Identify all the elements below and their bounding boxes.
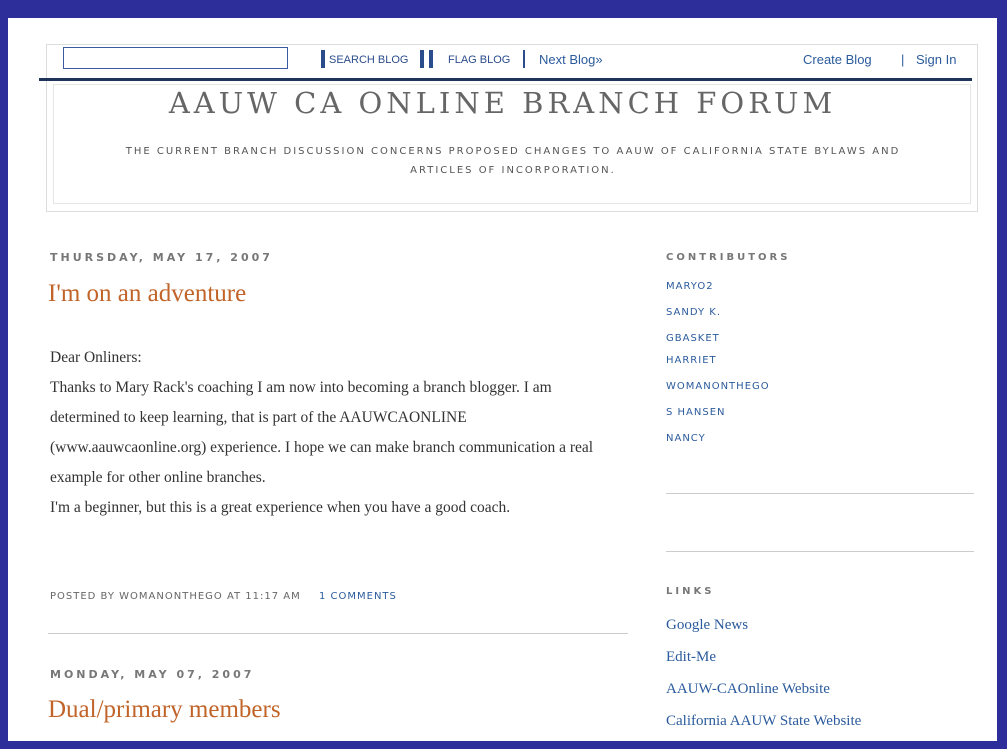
blog-description: THE CURRENT BRANCH DISCUSSION CONCERNS P… (125, 146, 901, 176)
post-comments-link[interactable]: 1 COMMENTS (319, 591, 397, 602)
sidebar-link[interactable]: California AAUW State Website (666, 713, 861, 729)
sign-in-link[interactable]: Sign In (916, 52, 956, 67)
post-paragraph: I'm a beginner, but this is a great expe… (50, 499, 511, 516)
post-paragraph: Dear Onliners: (50, 349, 142, 366)
page-frame: SEARCH BLOG FLAG BLOG Next Blog» Create … (8, 18, 997, 741)
contributors-heading: CONTRIBUTORS (666, 252, 791, 263)
nav-separator (321, 50, 325, 68)
post-footer: POSTED BY WOMANONTHEGO AT 11:17 AM 1 COM… (50, 591, 397, 602)
post-title-link[interactable]: I'm on an adventure (48, 280, 246, 308)
search-input[interactable] (63, 47, 288, 69)
blog-title[interactable]: AAUW CA ONLINE BRANCH FORUM (8, 86, 997, 120)
nav-separator (523, 50, 525, 68)
link-item: Edit-Me (666, 647, 861, 679)
contributor-item: S HANSEN (666, 406, 770, 432)
contributor-link[interactable]: NANCY (666, 433, 706, 444)
contributor-item: SANDY K. (666, 306, 770, 332)
navbar-rule (39, 78, 972, 81)
create-blog-link[interactable]: Create Blog (803, 52, 872, 67)
post-title-link[interactable]: Dual/primary members (48, 696, 281, 724)
nav-link-divider: | (901, 52, 905, 67)
links-heading: LINKS (666, 586, 715, 597)
sidebar-divider (666, 493, 974, 494)
sidebar-link[interactable]: AAUW-CAOnline Website (666, 681, 830, 697)
sidebar-link[interactable]: Google News (666, 617, 748, 633)
sidebar-link[interactable]: Edit-Me (666, 649, 716, 665)
contributor-link[interactable]: WOMANONTHEGO (666, 381, 770, 392)
post-date-header: THURSDAY, MAY 17, 2007 (50, 251, 273, 264)
contributor-link[interactable]: S HANSEN (666, 407, 726, 418)
post-author-info: POSTED BY WOMANONTHEGO AT 11:17 AM (50, 591, 301, 602)
contributor-item: NANCY (666, 432, 770, 458)
sidebar-divider (666, 551, 974, 552)
link-item: California AAUW State Website (666, 711, 861, 741)
contributor-item: WOMANONTHEGO (666, 380, 770, 406)
next-blog-link[interactable]: Next Blog» (539, 52, 603, 67)
search-blog-button[interactable]: SEARCH BLOG (329, 54, 408, 66)
flag-blog-button[interactable]: FLAG BLOG (448, 54, 510, 66)
post-date-header: MONDAY, MAY 07, 2007 (50, 668, 255, 681)
link-item: Google News (666, 615, 861, 647)
contributor-link[interactable]: MARYO2 (666, 281, 714, 292)
nav-separator (420, 50, 424, 68)
links-list: Google News Edit-Me AAUW-CAOnline Websit… (666, 615, 861, 741)
nav-separator (429, 50, 433, 68)
contributor-item: HARRIET (666, 354, 770, 380)
contributor-link[interactable]: HARRIET (666, 355, 717, 366)
post-separator (48, 633, 628, 634)
contributor-link[interactable]: GBASKET (666, 333, 720, 344)
link-item: AAUW-CAOnline Website (666, 679, 861, 711)
post-body: Dear Onliners: Thanks to Mary Rack's coa… (50, 343, 620, 523)
contributors-list: MARYO2 SANDY K. GBASKET HARRIET WOMANONT… (666, 280, 770, 458)
post-paragraph: Thanks to Mary Rack's coaching I am now … (50, 379, 594, 486)
contributor-link[interactable]: SANDY K. (666, 307, 721, 318)
contributor-item: MARYO2 (666, 280, 770, 306)
